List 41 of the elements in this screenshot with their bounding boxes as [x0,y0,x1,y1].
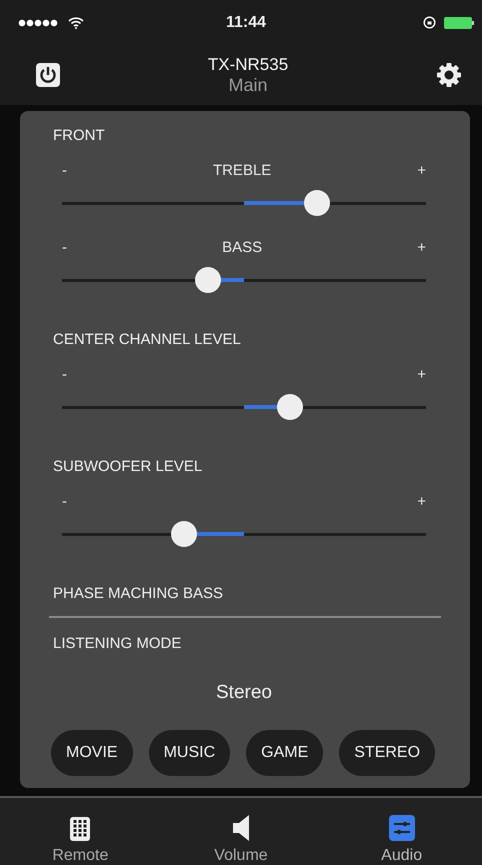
slider-thumb[interactable] [170,521,197,547]
mode-button[interactable]: MUSIC [148,730,230,776]
power-icon [36,63,60,87]
power-button[interactable] [36,63,60,87]
tab[interactable]: Audio [342,798,462,865]
listening-mode-value: Stereo [216,682,272,704]
status-time: 11:44 [226,14,266,32]
listening-mode-title: LISTENING MODE [53,635,182,652]
rotation-lock-icon [422,16,436,29]
battery-icon [444,16,474,28]
slider-thumb[interactable] [304,190,330,216]
slider-label: BASS [222,238,262,256]
settings-button[interactable] [436,62,462,88]
signal-icon [18,18,60,26]
slider-label: TREBLE [212,162,272,178]
tab[interactable]: Remote [20,798,140,865]
slider-thumb[interactable] [194,267,221,293]
section-title: CENTER CHANNEL LEVEL [53,331,242,348]
minus-label: - [62,238,67,256]
mode-button[interactable]: MOVIE [51,730,133,776]
minus-label: - [62,492,67,510]
minus-label: - [62,366,67,382]
speaker-icon [232,815,249,841]
slider-thumb[interactable] [276,394,302,420]
equalizer-icon [388,815,415,841]
wifi-icon [68,16,84,28]
mode-button[interactable]: GAME [246,730,324,776]
plus-label: + [417,238,426,256]
plus-label: + [417,366,426,382]
keypad-icon [70,817,90,841]
tab[interactable]: Volume [180,798,301,865]
phase-matching-label[interactable]: PHASE MACHING BASS [53,585,455,616]
settings-icon [436,62,462,88]
minus-label: - [62,162,67,178]
section-title: SUBWOOFER LEVEL [53,458,204,475]
zone-name: Main [228,74,268,96]
section-title: FRONT [53,127,106,144]
mode-button[interactable]: STEREO [339,730,436,776]
device-name: TX-NR535 [208,54,288,74]
plus-label: + [417,492,426,510]
plus-label: + [417,162,426,178]
